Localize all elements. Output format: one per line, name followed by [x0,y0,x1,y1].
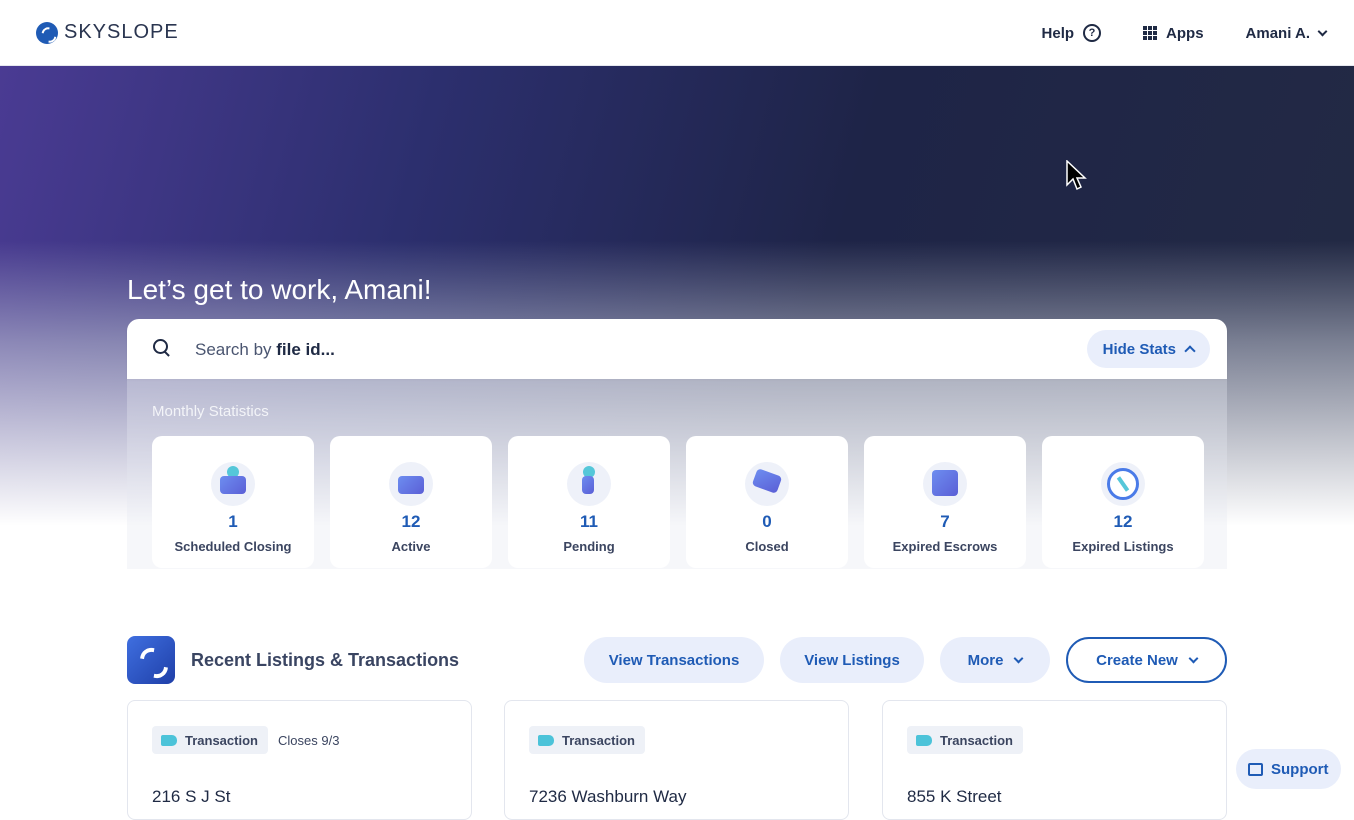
tag-icon [538,734,554,746]
tag-label: Transaction [185,732,258,748]
transaction-tag: Transaction [152,726,268,754]
chevron-down-icon [1013,653,1024,663]
create-new-dropdown-button[interactable]: Create New [1066,637,1227,683]
monthly-statistics-panel: Monthly Statistics 1 Scheduled Closing 1… [127,379,1227,569]
section-title: Recent Listings & Transactions [191,650,460,670]
closing-date: Closes 9/3 [278,733,340,748]
stat-card-active[interactable]: 12 Active [330,436,492,568]
search-bar[interactable]: Search by file id... Hide Stats [127,319,1227,379]
apps-grid-icon [1143,26,1158,40]
stat-value: 11 [580,512,598,531]
property-address: 855 K Street [907,787,1002,806]
tag-label: Transaction [562,732,635,748]
stat-value: 1 [228,512,238,531]
search-input[interactable]: Search by file id... [195,340,335,360]
support-button[interactable]: Support [1236,749,1341,789]
hide-stats-label: Hide Stats [1102,340,1176,358]
stat-label: Scheduled Closing [174,539,292,554]
key-icon [567,462,611,506]
top-navigation-bar: SKYSLOPE Help ? Apps Amani A. [0,0,1354,66]
tag-icon [916,734,932,746]
stat-card-closed[interactable]: 0 Closed [686,436,848,568]
apps-label: Apps [1166,24,1204,42]
view-transactions-button[interactable]: View Transactions [584,637,764,683]
help-icon: ? [1083,24,1102,42]
stat-label: Expired Listings [1072,539,1174,554]
transaction-card[interactable]: Transaction 855 K Street [882,700,1227,820]
user-name: Amani A. [1245,24,1310,42]
user-menu-button[interactable]: Amani A. [1245,24,1328,42]
transaction-card[interactable]: Transaction Closes 9/3 216 S J St [127,700,472,820]
chevron-down-icon [1188,653,1199,663]
greeting-heading: Let’s get to work, Amani! [127,274,432,305]
apps-button[interactable]: Apps [1143,25,1204,42]
logo-text: SKYSLOPE [64,21,179,43]
stat-card-expired-escrows[interactable]: 7 Expired Escrows [864,436,1026,568]
help-label: Help [1041,24,1075,42]
search-keyword: file id... [276,340,335,359]
tag-label: Transaction [940,732,1013,748]
monthly-statistics-title: Monthly Statistics [152,403,269,420]
support-label: Support [1271,760,1329,778]
stat-card-pending[interactable]: 11 Pending [508,436,670,568]
stat-card-expired-listings[interactable]: 12 Expired Listings [1042,436,1204,568]
property-address: 216 S J St [152,787,231,806]
closing-sign-icon [211,462,255,506]
property-address: 7236 Washburn Way [529,787,687,806]
transaction-tag: Transaction [907,726,1023,754]
tag-icon [161,734,177,746]
transaction-tag: Transaction [529,726,645,754]
view-transactions-label: View Transactions [608,651,740,669]
handshake-icon [745,462,789,506]
view-listings-button[interactable]: View Listings [780,637,924,683]
search-prefix: Search by [195,340,277,359]
hide-stats-button[interactable]: Hide Stats [1086,330,1210,368]
skyslope-app-icon [127,636,175,684]
stat-value: 12 [401,512,421,531]
briefcase-icon [389,462,433,506]
stat-card-scheduled-closing[interactable]: 1 Scheduled Closing [152,436,314,568]
more-label: More [967,651,1004,669]
chevron-down-icon [1317,26,1328,36]
mouse-cursor-icon [1066,160,1087,191]
stat-label: Closed [745,539,789,554]
transaction-card[interactable]: Transaction 7236 Washburn Way [504,700,849,820]
stat-value: 12 [1113,512,1133,531]
stat-value: 0 [762,512,772,531]
stat-label: Active [391,539,431,554]
more-dropdown-button[interactable]: More [940,637,1050,683]
stat-label: Pending [563,539,615,554]
search-icon [153,339,170,356]
view-listings-label: View Listings [804,651,900,669]
help-button[interactable]: Help ? [1042,24,1102,42]
create-new-label: Create New [1096,651,1178,669]
chevron-up-icon [1184,345,1196,357]
stat-label: Expired Escrows [892,539,998,554]
stat-value: 7 [940,512,950,531]
chat-icon [1248,762,1263,776]
compass-icon [1101,462,1145,506]
skyslope-logo[interactable]: SKYSLOPE [36,21,179,44]
skyslope-logo-icon [36,21,58,44]
escrow-search-icon [923,462,967,506]
